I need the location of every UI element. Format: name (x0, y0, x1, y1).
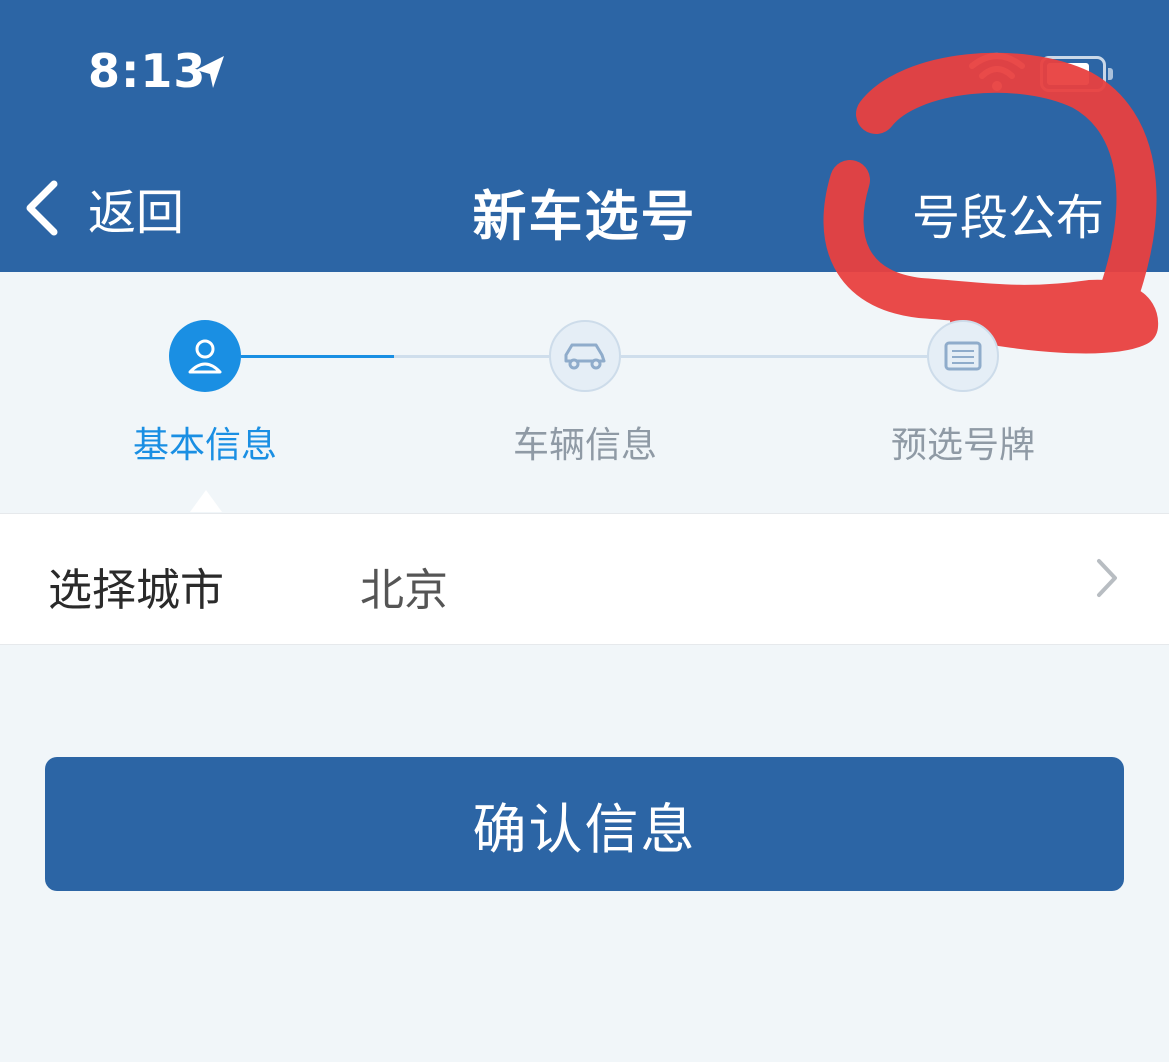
city-label: 选择城市 (48, 565, 224, 616)
wifi-icon (969, 53, 1025, 91)
step-pointer (190, 490, 222, 512)
chevron-right-icon (1097, 559, 1117, 597)
person-icon (188, 339, 222, 374)
step-label-basic-info: 基本信息 (132, 425, 277, 466)
status-time: 8:13 (88, 44, 207, 98)
step-label-vehicle-info: 车辆信息 (512, 425, 657, 466)
location-arrow-icon (196, 56, 224, 88)
confirm-info-button[interactable]: 确认信息 (45, 757, 1124, 891)
step-label-preselect-plate: 预选号牌 (890, 425, 1035, 466)
progress-steps: 基本信息 车辆信息 预选号牌 (0, 272, 1169, 512)
city-value: 北京 (360, 565, 448, 616)
step-basic-info (169, 320, 241, 392)
city-select-row[interactable]: 选择城市 北京 (0, 513, 1169, 645)
battery-cap (1108, 68, 1113, 80)
battery-icon (1040, 56, 1106, 92)
car-icon (564, 343, 606, 370)
step-preselect-plate (927, 320, 999, 392)
step-line-pending (621, 355, 927, 358)
header-bar: 8:13 返回 新车选号 号段公布 (0, 0, 1169, 272)
segment-announcement-button[interactable]: 号段公布 (912, 178, 1104, 248)
license-plate-icon (944, 341, 982, 371)
step-line-done (241, 355, 394, 358)
step-line-pending (394, 355, 549, 358)
step-vehicle-info (549, 320, 621, 392)
